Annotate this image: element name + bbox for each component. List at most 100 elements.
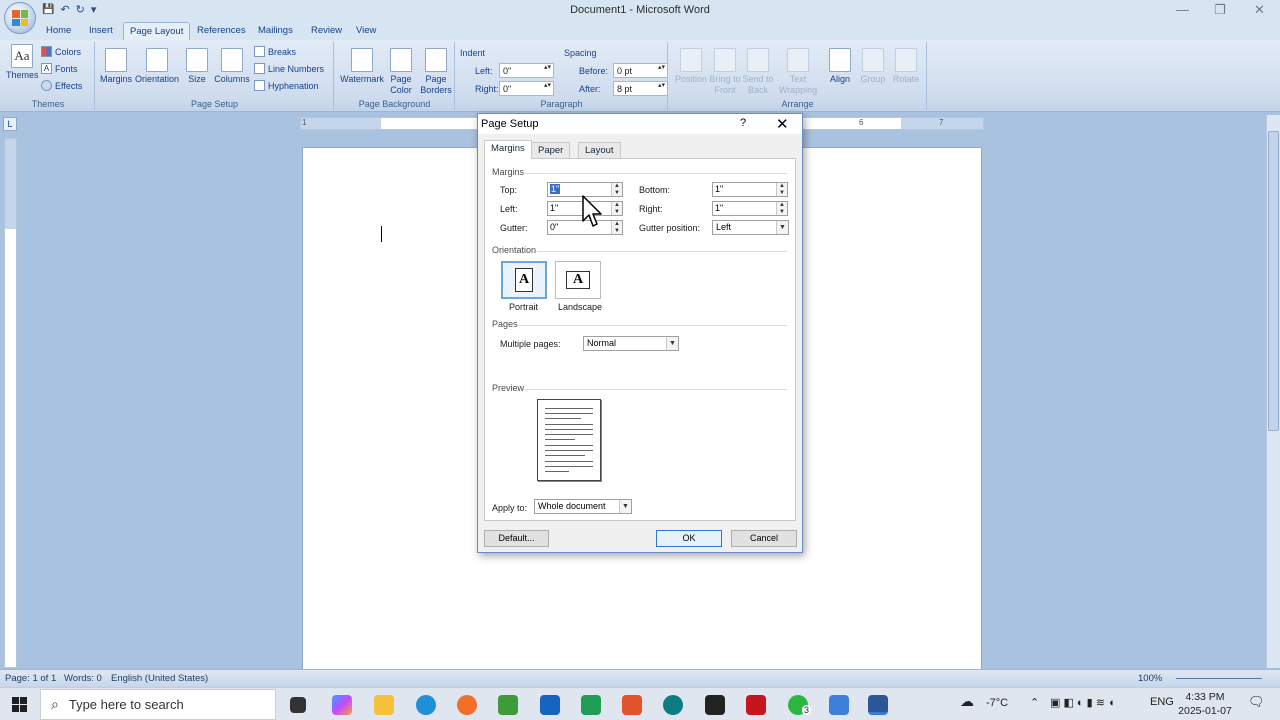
spinner-icon[interactable]: ▲ ▼	[776, 183, 787, 196]
close-window-button[interactable]: ✕	[1254, 2, 1265, 18]
weather-icon[interactable]: ☁	[960, 693, 974, 710]
file-explorer-icon[interactable]	[374, 695, 394, 715]
zoom-level[interactable]: 100%	[1138, 673, 1162, 684]
cancel-button[interactable]: Cancel	[731, 530, 797, 547]
align-button[interactable]: Align	[827, 48, 853, 85]
brave-icon[interactable]	[622, 695, 642, 715]
portrait-option[interactable]: A	[501, 261, 547, 299]
xbox-app-icon[interactable]	[498, 695, 518, 715]
page-setup-dialog: Page Setup ? ✕ Margins Paper Layout Marg…	[477, 113, 803, 553]
restore-button[interactable]: ❐	[1214, 2, 1226, 18]
tab-mailings[interactable]: Mailings	[258, 25, 293, 36]
word-taskbar-icon[interactable]	[868, 695, 888, 715]
tab-home[interactable]: Home	[46, 25, 71, 36]
taskbar-search[interactable]: ⌕ Type here to search	[40, 689, 276, 720]
copilot-icon[interactable]	[332, 695, 352, 715]
default-button[interactable]: Default...	[484, 530, 549, 547]
recorder-icon[interactable]	[705, 695, 725, 715]
effects-button[interactable]: Effects	[41, 80, 82, 91]
tab-margins[interactable]: Margins	[484, 140, 532, 159]
right-margin-input[interactable]: 1" ▲ ▼	[712, 201, 788, 216]
rotate-button[interactable]: Rotate	[891, 48, 921, 85]
landscape-option[interactable]: A	[555, 261, 601, 299]
breaks-label: Breaks	[268, 46, 297, 57]
tray-icons[interactable]: ▣ ◧ ◐ ▮ ≋ ◖	[1050, 696, 1115, 709]
ruler-number: 7	[939, 118, 944, 127]
office-logo-icon	[12, 10, 28, 26]
outlook-icon[interactable]	[540, 695, 560, 715]
themes-button[interactable]: Aa Themes	[6, 44, 39, 81]
zoom-slider[interactable]	[1176, 678, 1262, 679]
hyphenation-button[interactable]: Hyphenation	[254, 80, 319, 91]
spacing-after-input[interactable]: 8 pt	[613, 81, 668, 96]
align-icon	[829, 48, 851, 72]
tab-paper[interactable]: Paper	[531, 142, 571, 158]
apply-to-dropdown[interactable]: Whole document ▼	[534, 499, 632, 514]
ok-button[interactable]: OK	[656, 530, 722, 547]
group-button[interactable]: Group	[858, 48, 888, 85]
app-icon-teal[interactable]	[663, 695, 683, 715]
spinner-icon[interactable]: ▲ ▼	[611, 183, 622, 196]
status-words[interactable]: Words: 0	[64, 673, 102, 684]
align-label: Align	[829, 74, 850, 84]
close-icon[interactable]: ✕	[776, 115, 789, 133]
size-button[interactable]: Size	[184, 48, 210, 85]
indent-left-input[interactable]: 0"	[499, 63, 554, 78]
text-wrapping-button[interactable]: Text Wrapping	[775, 48, 821, 96]
notification-icon[interactable]: 🗨	[1248, 694, 1265, 710]
language-indicator[interactable]: ENG	[1150, 696, 1174, 708]
status-page[interactable]: Page: 1 of 1	[5, 673, 56, 684]
line-numbers-button[interactable]: Line Numbers	[254, 63, 324, 74]
send-to-back-button[interactable]: Send to Back	[739, 48, 777, 96]
status-language[interactable]: English (United States)	[111, 673, 208, 684]
red-app-icon[interactable]	[746, 695, 766, 715]
task-view-icon[interactable]	[290, 697, 306, 713]
group-label-arrange: Arrange	[781, 99, 814, 109]
hyphenation-icon	[254, 80, 265, 91]
watermark-button[interactable]: Watermark	[339, 48, 385, 85]
page-color-button[interactable]: Page Color	[387, 48, 415, 96]
colors-button[interactable]: Colors	[41, 46, 81, 57]
page-borders-button[interactable]: Page Borders	[419, 48, 453, 96]
tab-review[interactable]: Review	[311, 25, 342, 36]
tab-page-layout[interactable]: Page Layout	[123, 22, 191, 41]
tab-layout[interactable]: Layout	[578, 142, 621, 158]
page-color-label: Page Color	[390, 74, 412, 95]
photos-icon[interactable]	[829, 695, 849, 715]
notes-app-icon[interactable]	[581, 695, 601, 715]
tab-view[interactable]: View	[356, 25, 376, 36]
vertical-ruler[interactable]	[4, 138, 17, 668]
margins-button[interactable]: Margins	[98, 48, 134, 85]
firefox-icon[interactable]	[457, 695, 477, 715]
vertical-scrollbar[interactable]	[1266, 115, 1280, 668]
indent-right-input[interactable]: 0"	[499, 81, 554, 96]
tray-chevron-icon[interactable]: ⌃	[1030, 696, 1039, 709]
minimize-button[interactable]: —	[1176, 2, 1189, 17]
weather-temp[interactable]: -7°C	[986, 697, 1008, 709]
bottom-margin-input[interactable]: 1" ▲ ▼	[712, 182, 788, 197]
office-button[interactable]	[4, 2, 36, 34]
columns-button[interactable]: Columns	[213, 48, 251, 85]
help-icon[interactable]: ?	[740, 117, 746, 129]
windows-start-icon[interactable]	[12, 697, 27, 712]
spinner-icon[interactable]: ▲ ▼	[611, 221, 622, 234]
orientation-button[interactable]: Orientation	[134, 48, 180, 85]
breaks-button[interactable]: Breaks	[254, 46, 296, 57]
position-button[interactable]: Position	[673, 48, 709, 85]
scrollbar-thumb[interactable]	[1268, 131, 1279, 431]
spacing-after: After: 8 pt	[566, 81, 668, 96]
tab-insert[interactable]: Insert	[89, 25, 113, 36]
spinner-icon[interactable]: ▲ ▼	[611, 202, 622, 215]
gutter-position-dropdown[interactable]: Left ▼	[712, 220, 789, 235]
spinner-icon[interactable]: ▲ ▼	[776, 202, 787, 215]
spacing-before-input[interactable]: 0 pt	[613, 63, 668, 78]
chevron-down-icon: ▼	[776, 221, 788, 234]
fonts-button[interactable]: A Fonts	[41, 63, 78, 74]
tab-selector[interactable]: L	[3, 117, 17, 131]
clock[interactable]: 4:33 PM 2025-01-07	[1172, 690, 1238, 718]
group-arrange: Position Bring to Front Send to Back Tex…	[669, 42, 927, 110]
edge-icon[interactable]	[416, 695, 436, 715]
tab-references[interactable]: References	[197, 25, 246, 36]
multiple-pages-dropdown[interactable]: Normal ▼	[583, 336, 679, 351]
portrait-icon: A	[515, 268, 533, 292]
